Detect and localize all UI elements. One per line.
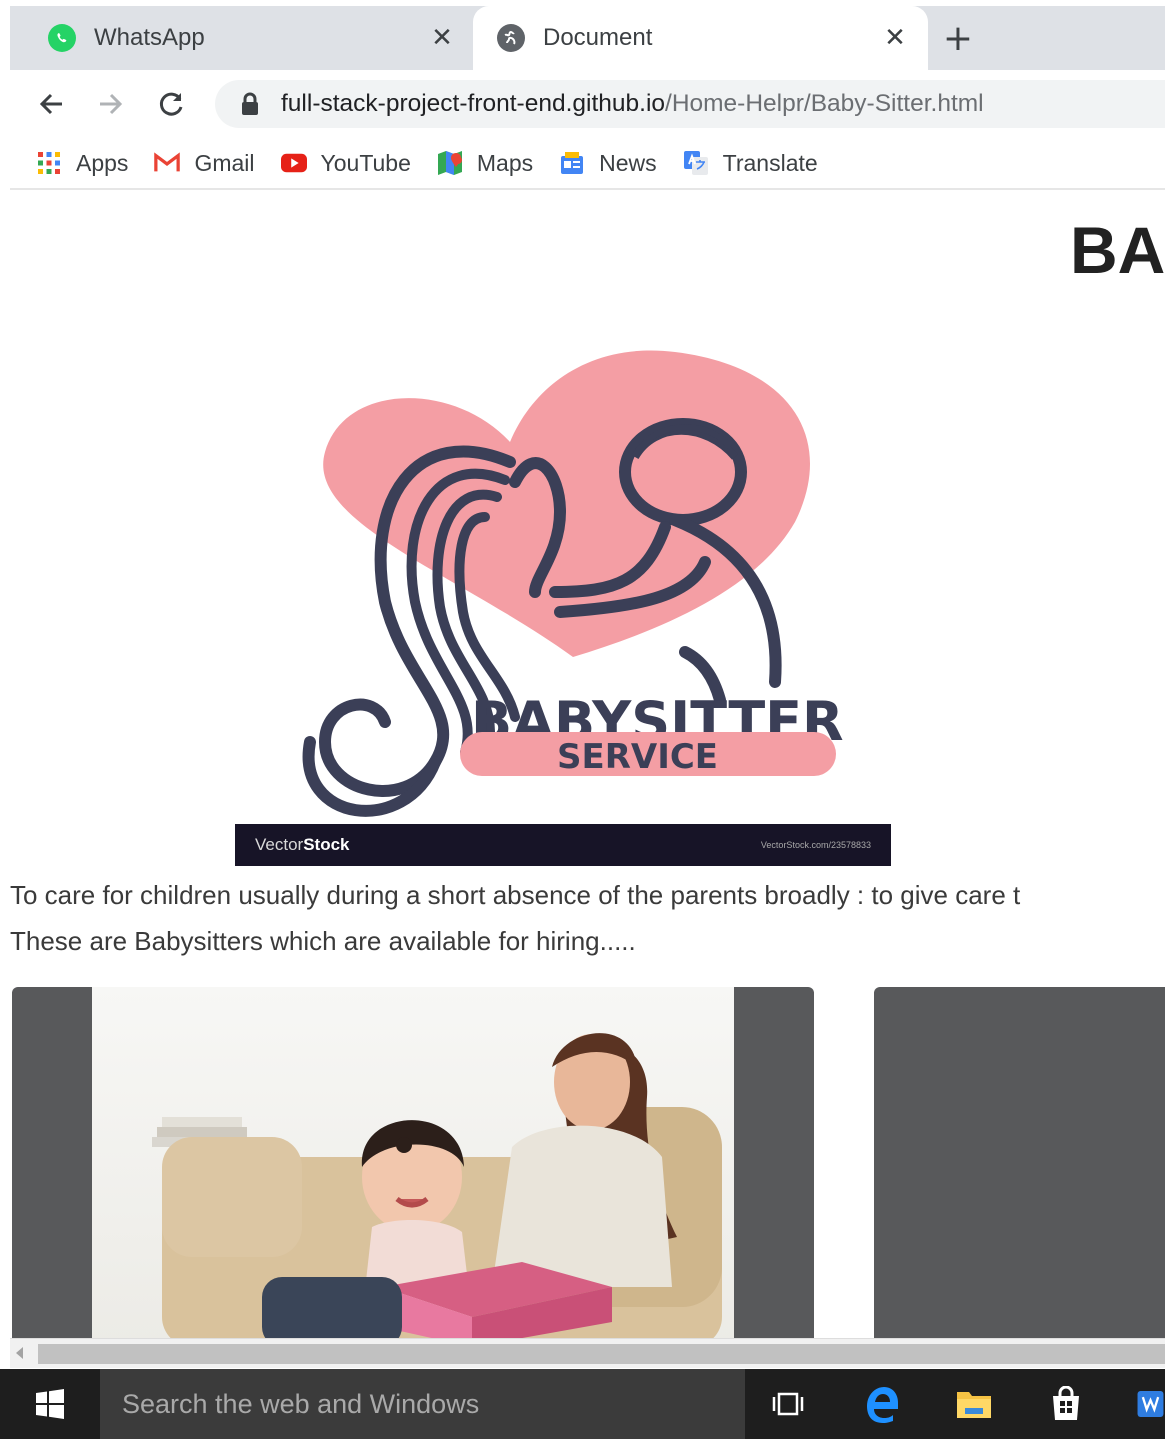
bookmark-gmail[interactable]: Gmail [154,143,255,183]
whatsapp-icon [48,24,76,52]
tab-title-whatsapp: WhatsApp [94,24,205,51]
back-arrow-icon [39,93,62,115]
taskbar-search-box[interactable]: Search the web and Windows [100,1369,745,1439]
store-icon[interactable] [1046,1384,1086,1424]
tab-strip: WhatsApp ✕ Document ✕ + [10,6,1165,70]
close-tab-icon[interactable]: ✕ [427,23,457,53]
bookmark-news[interactable]: News [559,143,657,183]
babysitter-service-logo: BABYSITTER SERVICE [235,322,891,867]
forward-button[interactable] [90,84,130,124]
bookmark-translate[interactable]: Translate [683,143,818,183]
bookmarks-bar: Apps Gmail YouTube Maps News Translate [10,138,1165,190]
youtube-icon [280,150,307,176]
watermark-brand-bold: Stock [303,835,350,854]
description-line-1: To care for children usually during a sh… [10,880,1021,910]
lock-icon [242,92,258,115]
tab-title-document: Document [543,24,653,51]
scrollbar-thumb[interactable] [38,1344,1165,1364]
bookmark-label: News [599,149,657,176]
file-explorer-icon[interactable] [954,1384,994,1424]
bookmark-maps[interactable]: Maps [437,143,533,183]
gmail-icon [154,150,181,176]
globe-icon [497,24,525,52]
start-button[interactable] [0,1369,100,1439]
forward-arrow-icon [100,93,123,115]
bookmark-apps[interactable]: Apps [36,143,128,183]
maps-icon [437,150,463,176]
url-path: /Home-Helpr/Baby-Sitter.html [665,90,984,117]
description-line-2: These are Babysitters which are availabl… [10,926,636,956]
url-host: full-stack-project-front-end.github.io [281,90,666,117]
scroll-left-arrow-icon[interactable] [16,1347,23,1359]
horizontal-scrollbar[interactable] [10,1338,1165,1368]
page-content: BA BABYSITTER SERVICE VectorStock Vector… [10,192,1165,1338]
bookmark-label: Gmail [194,149,255,176]
description: To care for children usually during a sh… [10,872,1165,964]
bookmark-label: Translate [722,149,818,176]
app-icon[interactable] [1136,1384,1165,1424]
page-title: BA [1070,213,1165,287]
bookmark-label: Maps [476,149,534,176]
reload-button[interactable] [152,84,192,124]
babysitter-photo [92,987,734,1338]
bookmark-label: YouTube [320,149,411,176]
watermark-brand: VectorStock [255,835,350,855]
windows-logo-icon [36,1389,64,1419]
watermark-id: VectorStock.com/23578833 [760,840,871,850]
tab-document[interactable]: Document ✕ [473,6,928,70]
browser-toolbar: full-stack-project-front-end.github.io/H… [10,70,1165,138]
new-tab-button[interactable]: + [940,18,976,59]
translate-icon [683,150,709,176]
task-view-icon[interactable] [768,1384,808,1424]
logo-text-service: SERVICE [557,737,718,777]
babysitter-card[interactable] [12,987,814,1338]
vectorstock-watermark: VectorStock VectorStock.com/23578833 [235,824,891,866]
tab-whatsapp[interactable]: WhatsApp ✕ [10,6,475,70]
url-text: full-stack-project-front-end.github.io/H… [281,90,984,118]
watermark-brand-light: Vector [255,835,304,854]
address-bar[interactable]: full-stack-project-front-end.github.io/H… [215,80,1165,128]
apps-grid-icon [36,150,62,176]
close-tab-icon[interactable]: ✕ [880,23,910,53]
news-icon [559,150,585,176]
babysitter-card[interactable] [874,987,1165,1338]
back-button[interactable] [32,84,72,124]
edge-browser-icon[interactable] [862,1384,902,1424]
windows-taskbar: Search the web and Windows [0,1369,1165,1439]
taskbar-search-placeholder: Search the web and Windows [122,1388,480,1419]
reload-icon [159,92,183,116]
bookmark-label: Apps [76,149,129,176]
bookmark-youtube[interactable]: YouTube [280,143,411,183]
